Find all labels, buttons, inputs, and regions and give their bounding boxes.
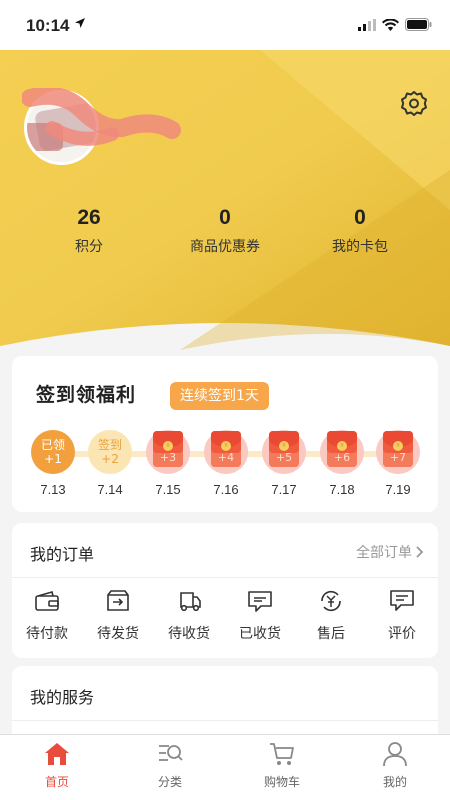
refund-icon — [321, 590, 341, 612]
comment-icon — [390, 590, 414, 611]
red-envelope-icon: ¥ +5 — [262, 430, 306, 474]
tab-label: 首页 — [44, 775, 69, 789]
order-item-label: 待发货 — [97, 626, 139, 642]
checkin-card: 签到领福利 连续签到1天 已领 +1 7.13 签到 +2 7.14 ¥ +3 7.1… — [12, 356, 438, 512]
red-envelope-icon: ¥ +3 — [146, 430, 190, 474]
checkin-date: 7.19 — [385, 482, 411, 497]
services-title: 我的服务 — [30, 688, 95, 707]
redacted-username-mark — [22, 88, 181, 146]
all-orders-link[interactable]: 全部订单 — [356, 542, 424, 562]
order-item-label: 评价 — [388, 626, 416, 642]
tab-home[interactable]: 首页 — [17, 741, 97, 790]
location-arrow-icon — [75, 18, 85, 28]
red-envelope-icon: ¥ +7 — [376, 430, 420, 474]
home-icon — [45, 743, 69, 765]
stat-points-label: 积分 — [75, 239, 103, 255]
checkin-date: 7.17 — [271, 482, 297, 497]
red-envelope-icon: ¥ +4 — [204, 430, 248, 474]
stat-cards-label: 我的卡包 — [332, 239, 388, 255]
wifi-icon — [382, 18, 399, 31]
streak-badge: 连续签到1天 — [170, 382, 269, 410]
order-pending-shipment[interactable]: 待发货 — [83, 589, 153, 643]
tab-cart[interactable]: 购物车 — [242, 741, 322, 790]
checkin-title: 签到领福利 — [36, 384, 137, 406]
tab-label: 分类 — [157, 775, 182, 789]
message-check-icon — [248, 591, 272, 612]
chevron-right-icon — [416, 546, 424, 558]
stat-points[interactable]: 26 积分 — [29, 206, 149, 256]
status-bar: 10:14 — [0, 0, 450, 50]
checkin-day: ¥ +4 7.16 — [202, 430, 250, 497]
checkin-date: 7.16 — [213, 482, 239, 497]
tab-category[interactable]: 分类 — [130, 741, 210, 790]
checkin-day: ¥ +5 7.17 — [260, 430, 308, 497]
orders-title: 我的订单 — [30, 545, 95, 564]
signal-icon — [358, 18, 376, 31]
user-icon — [383, 742, 407, 767]
stat-cards-value: 0 — [354, 206, 366, 229]
checkin-date: 7.18 — [329, 482, 355, 497]
tab-profile[interactable]: 我的 — [355, 741, 435, 790]
profile-header: 26 积分 0 商品优惠券 0 我的卡包 — [0, 50, 450, 350]
orders-card: 我的订单 全部订单 待付款 待发货 待收货 已收货 售后 评价 — [12, 523, 438, 658]
order-review[interactable]: 评价 — [367, 589, 437, 643]
battery-icon — [405, 18, 432, 31]
orders-divider — [12, 577, 438, 578]
order-pending-receipt[interactable]: 待收货 — [154, 589, 224, 643]
tab-label: 我的 — [382, 775, 407, 789]
order-item-label: 已收货 — [239, 626, 281, 642]
status-time: 10:14 — [26, 16, 70, 35]
stat-coupons[interactable]: 0 商品优惠券 — [165, 206, 285, 256]
checkin-day: ¥ +7 7.19 — [374, 430, 422, 497]
stat-coupons-value: 0 — [219, 206, 231, 229]
order-after-sales[interactable]: 售后 — [296, 589, 366, 643]
claimed-coin-icon: 已领 +1 — [31, 430, 75, 474]
stat-cards[interactable]: 0 我的卡包 — [300, 206, 420, 256]
services-divider — [12, 720, 438, 721]
category-icon — [159, 745, 183, 761]
order-item-label: 售后 — [317, 626, 345, 642]
bottom-tab-bar: 首页 分类 购物车 我的 — [0, 734, 450, 800]
checkin-date: 7.13 — [40, 482, 66, 497]
cart-icon — [270, 743, 294, 765]
checkin-day: ¥ +3 7.15 — [144, 430, 192, 497]
settings-gear-icon[interactable] — [400, 90, 428, 118]
truck-icon — [180, 592, 201, 612]
order-item-label: 待收货 — [168, 626, 210, 642]
checkin-day: 已领 +1 7.13 — [29, 430, 77, 497]
stat-coupons-label: 商品优惠券 — [190, 239, 260, 255]
order-item-label: 待付款 — [26, 626, 68, 642]
wallet-icon — [35, 591, 59, 611]
status-indicators — [358, 18, 432, 31]
stat-points-value: 26 — [77, 206, 101, 229]
order-received[interactable]: 已收货 — [225, 589, 295, 643]
red-envelope-icon: ¥ +6 — [320, 430, 364, 474]
checkin-day: ¥ +6 7.18 — [318, 430, 366, 497]
all-orders-label: 全部订单 — [356, 545, 412, 561]
checkin-date: 7.15 — [155, 482, 181, 497]
checkin-day[interactable]: 签到 +2 7.14 — [86, 430, 134, 497]
checkin-date: 7.14 — [97, 482, 123, 497]
tab-label: 购物车 — [263, 775, 300, 789]
order-pending-payment[interactable]: 待付款 — [12, 589, 82, 643]
checkin-today-button[interactable]: 签到 +2 — [88, 430, 132, 474]
package-icon — [107, 590, 129, 611]
